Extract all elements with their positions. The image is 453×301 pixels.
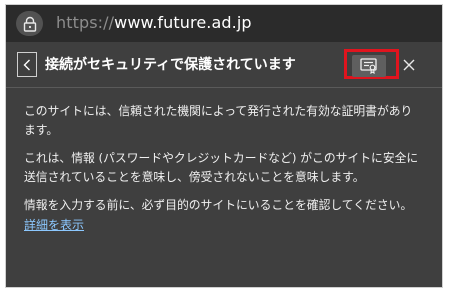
lock-icon bbox=[23, 16, 36, 32]
security-description: このサイトには、信頼された機関によって発行された有効な証明書があります。 これは… bbox=[24, 102, 424, 224]
show-details-link[interactable]: 詳細を表示 bbox=[24, 216, 84, 233]
site-info-popup: https://www.future.ad.jp 接続がセキュリティで保護されて… bbox=[5, 4, 443, 288]
back-button[interactable] bbox=[17, 52, 37, 77]
url-scheme: https:// bbox=[56, 13, 115, 32]
chevron-left-icon bbox=[23, 59, 30, 70]
site-info-button[interactable] bbox=[16, 11, 43, 36]
panel-title: 接続がセキュリティで保護されています bbox=[45, 57, 296, 73]
paragraph-secure-transmission: これは、情報 (パスワードやクレジットカードなど) がこのサイトに安全に送信され… bbox=[24, 151, 419, 184]
certificate-button[interactable] bbox=[352, 55, 386, 77]
paragraph-verify-site: 情報を入力する前に、必ず目的のサイトにいることを確認してください。 bbox=[24, 198, 413, 212]
close-button[interactable] bbox=[400, 56, 418, 74]
certificate-icon bbox=[360, 58, 377, 74]
address-bar: https://www.future.ad.jp bbox=[6, 5, 442, 42]
url-host: www.future.ad.jp bbox=[114, 13, 252, 32]
panel-header: 接続がセキュリティで保護されています bbox=[6, 42, 442, 88]
paragraph-valid-certificate: このサイトには、信頼された機関によって発行された有効な証明書があります。 bbox=[24, 104, 413, 137]
url-field[interactable]: https://www.future.ad.jp bbox=[56, 13, 252, 32]
close-icon bbox=[403, 59, 415, 71]
